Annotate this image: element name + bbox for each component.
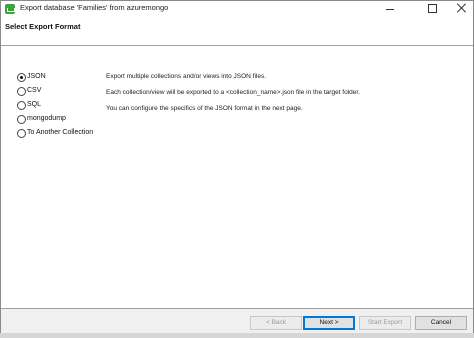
format-label: CSV bbox=[27, 87, 42, 94]
back-button[interactable]: < Back bbox=[250, 316, 302, 330]
title-bar: Export database 'Families' from azuremon… bbox=[1, 1, 473, 17]
page-title: Select Export Format bbox=[5, 22, 81, 31]
next-button[interactable]: Next > bbox=[303, 316, 355, 330]
description-line: Export multiple collections and/or views… bbox=[106, 73, 267, 80]
description-line: Each collection/view will be exported to… bbox=[106, 89, 361, 96]
app-icon bbox=[5, 4, 15, 14]
format-label: JSON bbox=[27, 73, 46, 80]
maximize-icon[interactable] bbox=[419, 1, 445, 17]
format-label: To Another Collection bbox=[27, 129, 94, 136]
radio-json[interactable] bbox=[17, 73, 26, 82]
radio-csv[interactable] bbox=[17, 87, 26, 96]
start-export-button[interactable]: Start Export bbox=[359, 316, 411, 330]
format-description: Export multiple collections and/or views… bbox=[106, 73, 360, 121]
format-label: SQL bbox=[27, 101, 42, 108]
minimize-icon[interactable] bbox=[377, 1, 403, 17]
radio-another-collection[interactable] bbox=[17, 129, 26, 138]
radio-sql[interactable] bbox=[17, 101, 26, 110]
cancel-button[interactable]: Cancel bbox=[415, 316, 467, 330]
wizard-content: JSON CSV SQL mongodump To Another Collec… bbox=[1, 46, 473, 308]
wizard-header: Select Export Format bbox=[1, 17, 473, 43]
export-dialog: Export database 'Families' from azuremon… bbox=[0, 0, 474, 338]
background-strip bbox=[0, 333, 474, 338]
window-title: Export database 'Families' from azuremon… bbox=[20, 3, 169, 12]
description-line: You can configure the specifics of the J… bbox=[106, 105, 303, 112]
close-icon[interactable] bbox=[449, 1, 474, 17]
radio-mongodump[interactable] bbox=[17, 115, 26, 124]
format-label: mongodump bbox=[27, 115, 66, 122]
